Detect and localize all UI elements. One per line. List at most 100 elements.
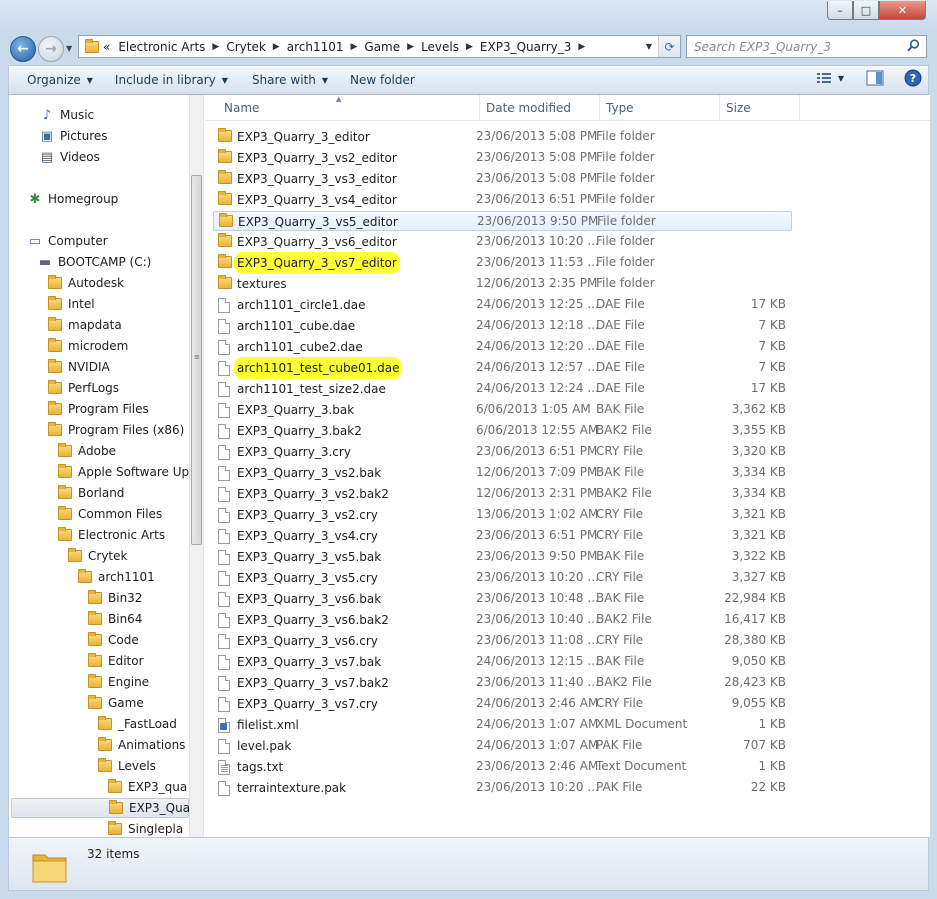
breadcrumb-separator-icon[interactable]: ▶ bbox=[205, 42, 226, 52]
nav-item[interactable]: Editor bbox=[87, 651, 144, 671]
table-row[interactable]: EXP3_Quarry_3.cry 23/06/2013 6:51 PM CRY F… bbox=[213, 442, 792, 462]
nav-item[interactable]: Singlepla bbox=[107, 819, 183, 837]
navigation-scrollbar[interactable]: ≡ bbox=[189, 95, 203, 837]
nav-item[interactable]: Levels bbox=[97, 756, 156, 776]
table-row[interactable]: arch1101_circle1.dae 24/06/2013 12:25 ...… bbox=[213, 295, 792, 315]
table-row[interactable]: EXP3_Quarry_3_vs7.bak2 23/06/2013 11:40 .… bbox=[213, 673, 792, 693]
nav-item[interactable]: Crytek bbox=[67, 546, 127, 566]
table-row[interactable]: EXP3_Quarry_3_vs4_editor 23/06/2013 6:51 … bbox=[213, 190, 792, 210]
minimize-button[interactable]: – bbox=[827, 1, 853, 20]
breadcrumb-item[interactable]: Crytek ▶ bbox=[226, 36, 286, 57]
nav-item[interactable]: mapdata bbox=[47, 315, 122, 335]
preview-pane-icon[interactable] bbox=[866, 70, 884, 86]
change-view-button[interactable]: ▼ bbox=[816, 71, 844, 85]
nav-item[interactable]: Animations bbox=[97, 735, 185, 755]
breadcrumb-item[interactable]: Electronic Arts ▶ bbox=[118, 36, 226, 57]
breadcrumb-separator-icon[interactable]: ▶ bbox=[571, 42, 592, 52]
new-folder-button[interactable]: New folder bbox=[341, 69, 424, 91]
nav-item[interactable]: Common Files bbox=[57, 504, 162, 524]
nav-item[interactable]: _FastLoad bbox=[97, 714, 177, 734]
nav-item[interactable]: EXP3_Qua bbox=[11, 798, 189, 818]
column-header-name[interactable]: Name bbox=[218, 95, 480, 121]
table-row[interactable]: EXP3_Quarry_3_vs6.bak2 23/06/2013 10:40 .… bbox=[213, 610, 792, 630]
nav-item[interactable]: Borland bbox=[57, 483, 124, 503]
nav-item[interactable]: ✱ Homegroup bbox=[27, 189, 119, 209]
nav-item[interactable]: EXP3_qua bbox=[107, 777, 187, 797]
table-row[interactable]: EXP3_Quarry_3_vs6.bak 23/06/2013 10:48 ..… bbox=[213, 589, 792, 609]
scrollbar-thumb[interactable]: ≡ bbox=[191, 175, 202, 545]
nav-item[interactable]: Bin32 bbox=[87, 588, 142, 608]
include-in-library-button[interactable]: Include in library ▼ bbox=[106, 69, 237, 91]
nav-item[interactable]: Engine bbox=[87, 672, 149, 692]
nav-item[interactable]: PerfLogs bbox=[47, 378, 119, 398]
nav-item[interactable]: Intel bbox=[47, 294, 95, 314]
nav-item[interactable]: arch1101 bbox=[77, 567, 155, 587]
table-row[interactable]: EXP3_Quarry_3_vs6.cry 23/06/2013 11:08 ..… bbox=[213, 631, 792, 651]
table-row[interactable]: EXP3_Quarry_3_vs2.bak 12/06/2013 7:09 PM B… bbox=[213, 463, 792, 483]
table-row[interactable]: EXP3_Quarry_3_vs2_editor 23/06/2013 5:08 … bbox=[213, 148, 792, 168]
table-row[interactable]: EXP3_Quarry_3.bak2 6/06/2013 12:55 AM BAK2… bbox=[213, 421, 792, 441]
table-row[interactable]: tags.txt 23/06/2013 2:46 AM Text Document 1… bbox=[213, 757, 792, 777]
table-row[interactable]: arch1101_cube2.dae 24/06/2013 12:20 ... DA… bbox=[213, 337, 792, 357]
table-row[interactable]: arch1101_test_cube01.dae 24/06/2013 12:57… bbox=[213, 358, 792, 378]
breadcrumb-overflow[interactable]: « bbox=[103, 40, 110, 54]
organize-button[interactable]: Organize ▼ bbox=[18, 69, 102, 91]
breadcrumb-item[interactable]: arch1101 ▶ bbox=[287, 36, 365, 57]
table-row[interactable]: arch1101_cube.dae 24/06/2013 12:18 ... DAE… bbox=[213, 316, 792, 336]
nav-item[interactable]: Electronic Arts bbox=[57, 525, 165, 545]
table-row[interactable]: filelist.xml 24/06/2013 1:07 AM XML Docume… bbox=[213, 715, 792, 735]
table-row[interactable]: EXP3_Quarry_3_vs3_editor 23/06/2013 5:08 … bbox=[213, 169, 792, 189]
search-input[interactable]: Search EXP3_Quarry_3 bbox=[686, 35, 927, 58]
table-row[interactable]: EXP3_Quarry_3_vs6_editor 23/06/2013 10:20… bbox=[213, 232, 792, 252]
nav-item[interactable]: ▣ Pictures bbox=[39, 126, 108, 146]
breadcrumb-item[interactable]: EXP3_Quarry_3 ▶ bbox=[480, 36, 592, 57]
close-button[interactable]: ✕ bbox=[879, 1, 926, 20]
column-header-size[interactable]: Size bbox=[720, 95, 800, 121]
breadcrumb-separator-icon[interactable]: ▶ bbox=[459, 42, 480, 52]
nav-item[interactable]: Bin64 bbox=[87, 609, 142, 629]
table-row[interactable]: EXP3_Quarry_3_vs5.cry 23/06/2013 10:20 ..… bbox=[213, 568, 792, 588]
table-row[interactable]: EXP3_Quarry_3_vs2.cry 13/06/2013 1:02 AM C… bbox=[213, 505, 792, 525]
table-row[interactable]: EXP3_Quarry_3_editor 23/06/2013 5:08 PM Fi… bbox=[213, 127, 792, 147]
help-icon[interactable]: ? bbox=[904, 69, 922, 87]
recent-pages-dropdown[interactable]: ▼ bbox=[66, 44, 72, 53]
breadcrumb-item[interactable]: Game ▶ bbox=[364, 36, 421, 57]
address-dropdown-icon[interactable]: ▼ bbox=[640, 42, 658, 51]
breadcrumb-separator-icon[interactable]: ▶ bbox=[343, 42, 364, 52]
nav-item[interactable]: ▭ Computer bbox=[27, 231, 108, 251]
nav-item[interactable]: Game bbox=[87, 693, 144, 713]
forward-button[interactable]: → bbox=[38, 36, 64, 62]
back-button[interactable]: ← bbox=[10, 36, 36, 62]
nav-item[interactable]: ♪ Music bbox=[39, 105, 94, 125]
nav-item[interactable]: microdem bbox=[47, 336, 128, 356]
nav-item[interactable]: Program Files (x86) bbox=[47, 420, 184, 440]
table-row[interactable]: EXP3_Quarry_3_vs5_editor 23/06/2013 9:50 … bbox=[213, 211, 792, 231]
nav-item[interactable]: Code bbox=[87, 630, 139, 650]
maximize-button[interactable]: □ bbox=[853, 1, 879, 20]
breadcrumb-separator-icon[interactable]: ▶ bbox=[400, 42, 421, 52]
search-icon[interactable] bbox=[907, 39, 920, 52]
nav-item[interactable]: ▤ Videos bbox=[39, 147, 100, 167]
column-header-type[interactable]: Type bbox=[600, 95, 720, 121]
table-row[interactable]: EXP3_Quarry_3_vs2.bak2 12/06/2013 2:31 PM… bbox=[213, 484, 792, 504]
nav-item[interactable]: Adobe bbox=[57, 441, 116, 461]
nav-item[interactable]: ▬ BOOTCAMP (C:) bbox=[37, 252, 151, 272]
nav-item[interactable]: Autodesk bbox=[47, 273, 124, 293]
column-header-date-modified[interactable]: Date modified bbox=[480, 95, 600, 121]
share-with-button[interactable]: Share with ▼ bbox=[243, 69, 337, 91]
refresh-button[interactable]: ⟳ bbox=[658, 36, 680, 57]
table-row[interactable]: arch1101_test_size2.dae 24/06/2013 12:24 … bbox=[213, 379, 792, 399]
table-row[interactable]: EXP3_Quarry_3.bak 6/06/2013 1:05 AM BAK Fi… bbox=[213, 400, 792, 420]
nav-item[interactable]: NVIDIA bbox=[47, 357, 110, 377]
table-row[interactable]: EXP3_Quarry_3_vs7_editor 23/06/2013 11:53… bbox=[213, 253, 792, 273]
table-row[interactable]: EXP3_Quarry_3_vs7.cry 24/06/2013 2:46 AM C… bbox=[213, 694, 792, 714]
table-row[interactable]: textures 12/06/2013 2:35 PM File folder bbox=[213, 274, 792, 294]
table-row[interactable]: EXP3_Quarry_3_vs4.cry 23/06/2013 6:51 PM C… bbox=[213, 526, 792, 546]
address-bar[interactable]: « Electronic Arts ▶ Crytek ▶ arch1101 ▶ Game ▶ L… bbox=[78, 35, 681, 58]
breadcrumb-separator-icon[interactable]: ▶ bbox=[266, 42, 287, 52]
nav-item[interactable]: Apple Software Up bbox=[57, 462, 189, 482]
table-row[interactable]: EXP3_Quarry_3_vs5.bak 23/06/2013 9:50 PM B… bbox=[213, 547, 792, 567]
table-row[interactable]: level.pak 24/06/2013 1:07 AM PAK File 707 K… bbox=[213, 736, 792, 756]
table-row[interactable]: EXP3_Quarry_3_vs7.bak 24/06/2013 12:15 ..… bbox=[213, 652, 792, 672]
breadcrumb-item[interactable]: Levels ▶ bbox=[421, 36, 480, 57]
